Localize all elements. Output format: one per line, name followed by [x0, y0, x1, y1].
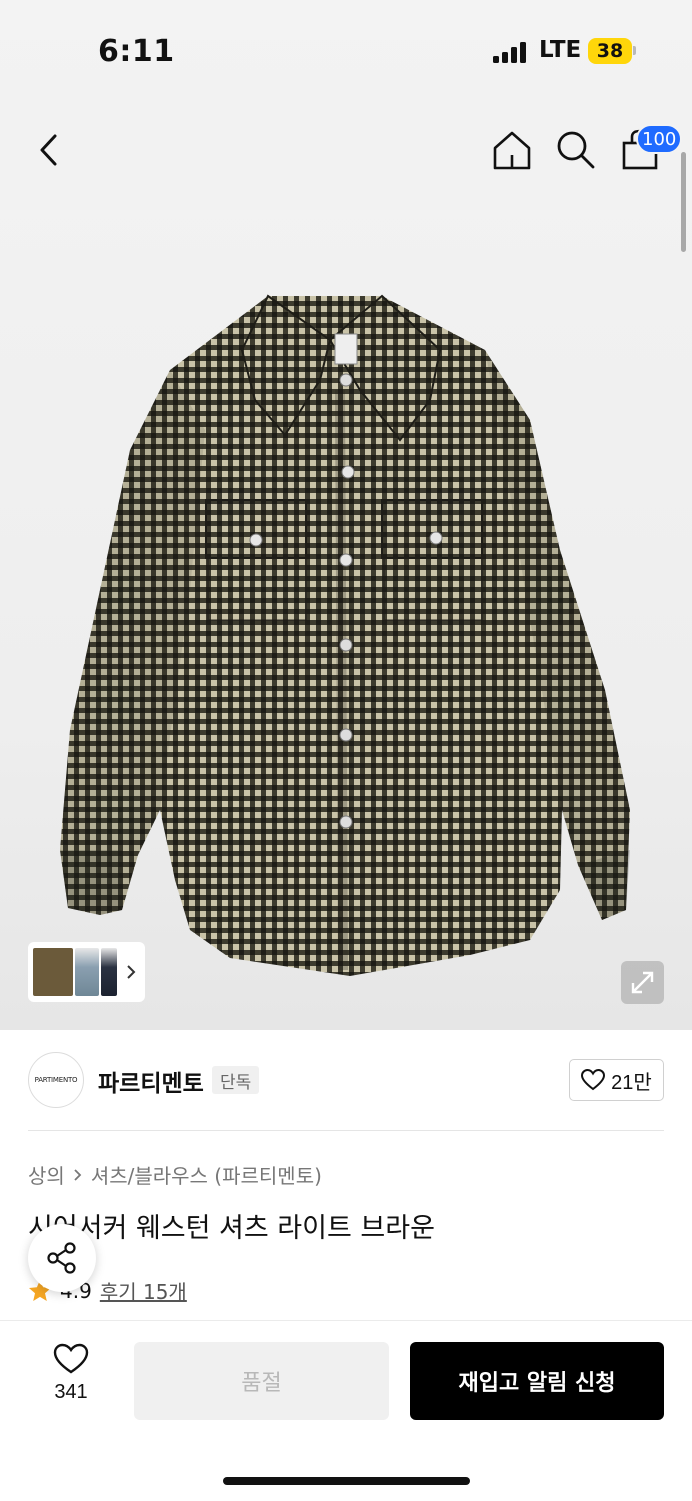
- breadcrumb-subcategory[interactable]: 셔츠/블라우스 (파르티멘토): [91, 1160, 322, 1189]
- battery-tip: [633, 46, 636, 55]
- heart-icon: [581, 1069, 606, 1091]
- product-image[interactable]: [30, 290, 660, 990]
- thumbnail-strip[interactable]: [28, 942, 145, 1002]
- wishlist-count: 341: [54, 1381, 88, 1403]
- signal-icon: [493, 41, 527, 63]
- battery-level: 38: [596, 40, 624, 62]
- status-time: 6:11: [98, 34, 175, 69]
- thumbnail-model-1[interactable]: [75, 948, 99, 996]
- exclusive-badge: 단독: [212, 1066, 260, 1094]
- divider: [28, 1130, 664, 1131]
- back-icon: [40, 134, 57, 166]
- search-icon: [557, 131, 595, 169]
- network-label: LTE: [539, 37, 582, 63]
- home-icon: [493, 131, 531, 170]
- share-button[interactable]: [28, 1224, 96, 1292]
- bottom-action-bar: 341 품절 재입고 알림 신청: [0, 1320, 692, 1501]
- breadcrumb: 상의 셔츠/블라우스 (파르티멘토): [28, 1160, 322, 1189]
- home-button[interactable]: [490, 128, 534, 172]
- soldout-button: 품절: [134, 1342, 389, 1420]
- brand-logo[interactable]: PARTIMENTO: [28, 1052, 84, 1108]
- review-count-link[interactable]: 후기 15개: [100, 1276, 187, 1305]
- status-bar: 6:11 LTE 38: [0, 0, 692, 100]
- heart-icon: [53, 1343, 89, 1374]
- battery-indicator: 38: [588, 38, 632, 64]
- brand-like-button[interactable]: 21만: [569, 1059, 664, 1101]
- thumbnail-model-2[interactable]: [101, 948, 117, 996]
- wishlist-button[interactable]: 341: [36, 1343, 106, 1413]
- expand-image-button[interactable]: [621, 961, 664, 1004]
- expand-icon: [631, 971, 654, 994]
- brand-logo-text: PARTIMENTO: [34, 1076, 78, 1084]
- breadcrumb-category[interactable]: 상의: [28, 1160, 65, 1189]
- cart-count-badge: 100: [636, 124, 683, 154]
- brand-name[interactable]: 파르티멘토: [98, 1064, 204, 1098]
- brand-row: PARTIMENTO 파르티멘토 단독 21만: [28, 1052, 664, 1110]
- search-button[interactable]: [554, 128, 598, 172]
- product-hero: 6:11 LTE 38 100: [0, 0, 692, 1030]
- scroll-indicator: [681, 152, 686, 252]
- back-button[interactable]: [30, 130, 70, 170]
- share-icon: [47, 1242, 76, 1274]
- brand-like-count: 21만: [611, 1071, 652, 1094]
- restock-alert-button[interactable]: 재입고 알림 신청: [410, 1342, 664, 1420]
- chevron-right-icon: [127, 965, 136, 979]
- chevron-right-icon: [74, 1168, 82, 1181]
- thumbnail-shirt[interactable]: [33, 948, 73, 996]
- home-indicator: [223, 1477, 470, 1485]
